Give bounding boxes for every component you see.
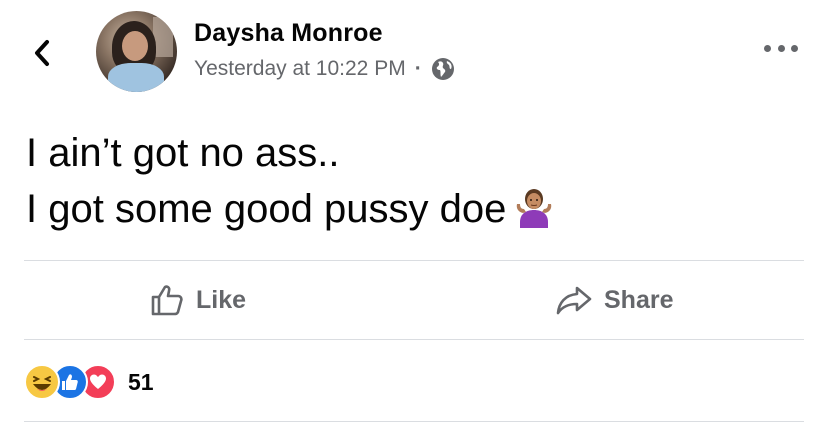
more-horizontal-icon [764, 44, 771, 52]
haha-reaction-icon [24, 364, 60, 400]
timestamp[interactable]: Yesterday at 10:22 PM [194, 57, 406, 81]
share-label: Share [604, 285, 674, 314]
more-options-button[interactable] [764, 38, 798, 58]
like-button[interactable]: Like [150, 278, 246, 322]
post-text-line-1: I ain’t got no ass.. [26, 131, 340, 175]
facebook-post: Daysha Monroe Yesterday at 10:22 PM · I … [0, 0, 828, 437]
reaction-icons [24, 362, 120, 402]
avatar[interactable] [96, 11, 177, 92]
thumbs-up-icon [150, 283, 184, 317]
post-text-line-2: I got some good pussy doe [26, 187, 507, 231]
reaction-count: 51 [128, 368, 154, 395]
post-text: I ain’t got no ass.. I got some good pus… [26, 125, 554, 237]
like-label: Like [196, 285, 247, 314]
share-arrow-icon [556, 285, 592, 315]
share-button[interactable]: Share [556, 278, 673, 322]
post-meta: Yesterday at 10:22 PM · [194, 57, 455, 81]
meta-separator: · [414, 57, 422, 80]
chevron-left-icon [35, 40, 49, 66]
back-button[interactable] [30, 38, 54, 68]
globe-icon[interactable] [431, 57, 455, 81]
person-shrugging-emoji [517, 189, 552, 229]
divider-footer [24, 421, 804, 422]
post-text-line-2-wrap: I got some good pussy doe [26, 181, 554, 237]
author-name[interactable]: Daysha Monroe [194, 19, 383, 48]
reactions-summary[interactable]: 51 [24, 362, 154, 402]
divider-bottom [24, 339, 804, 340]
divider-top [24, 260, 804, 261]
